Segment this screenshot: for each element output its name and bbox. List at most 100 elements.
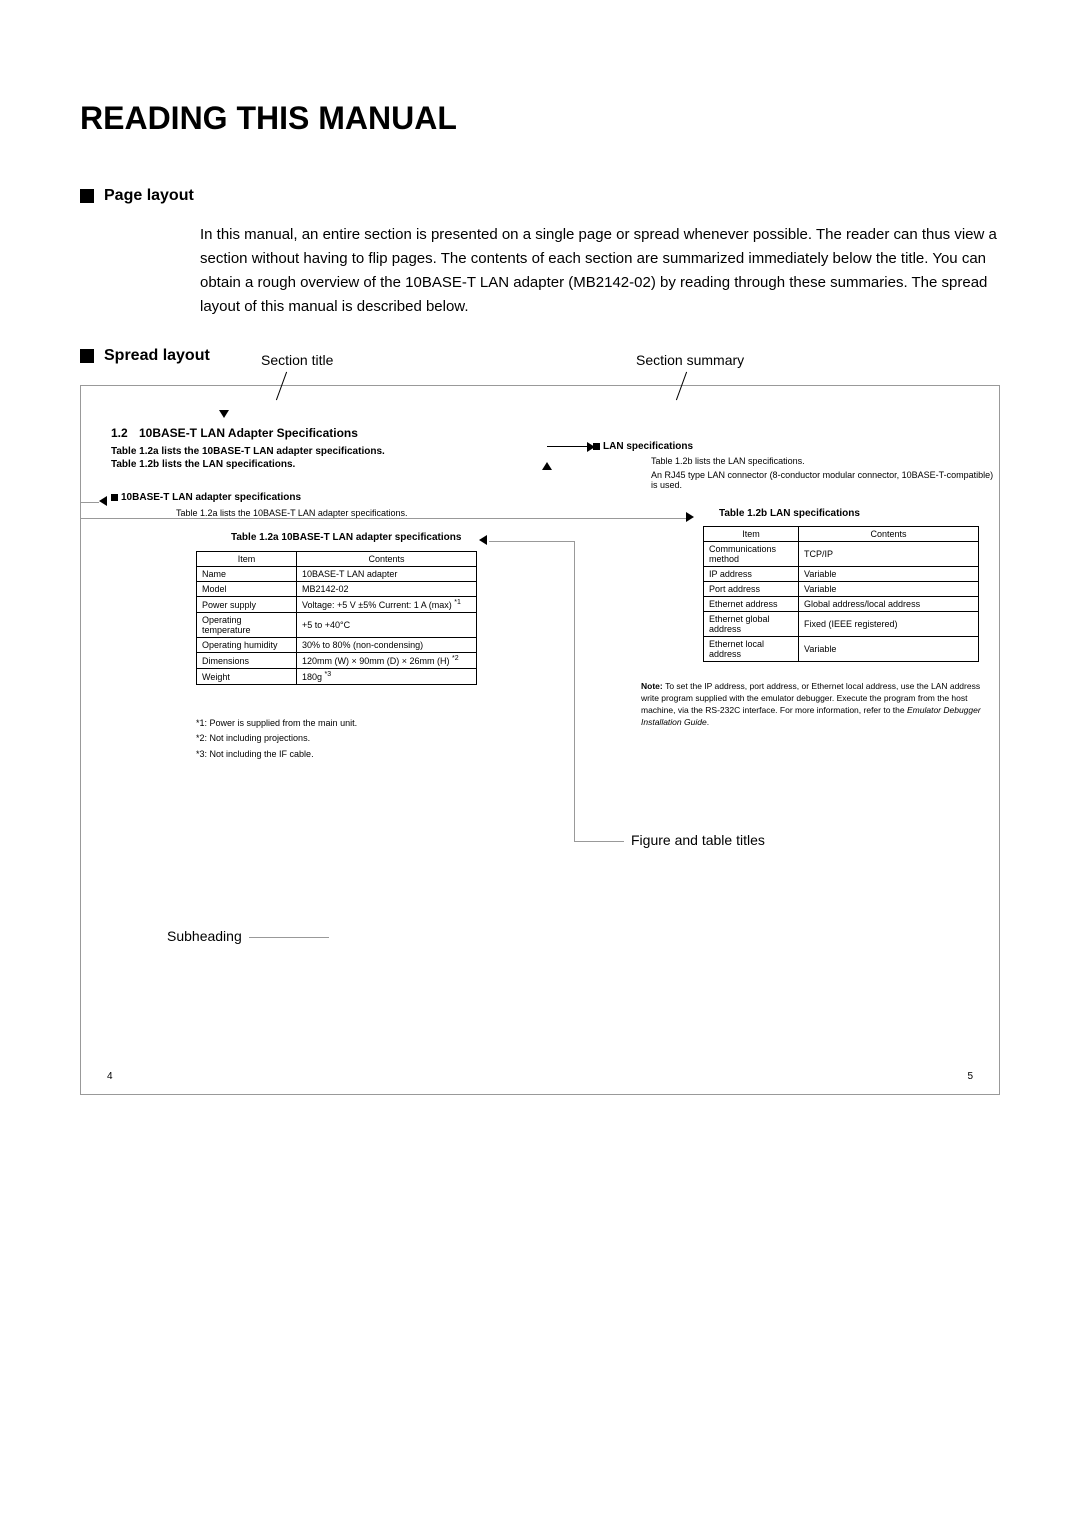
table2: Item Contents Communications methodTCP/I… xyxy=(703,526,979,662)
table2-wrapper: Item Contents Communications methodTCP/I… xyxy=(703,526,979,662)
table-header: Item xyxy=(197,552,297,567)
table-cell: Dimensions xyxy=(197,653,297,669)
table-row: Communications methodTCP/IP xyxy=(704,542,979,567)
table-cell: Global address/local address xyxy=(799,597,979,612)
label-figure-table-titles: Figure and table titles xyxy=(631,832,765,848)
bullet-square-icon xyxy=(80,349,94,363)
diagram-container: Section title Section summary Figure and… xyxy=(80,385,1000,1095)
page-number-right: 5 xyxy=(967,1071,973,1082)
callout-line xyxy=(489,541,574,542)
doc-summary-line1: Table 1.2a lists the 10BASE-T LAN adapte… xyxy=(111,446,385,457)
table-cell: MB2142-02 xyxy=(297,582,477,597)
table-cell: Variable xyxy=(799,582,979,597)
bullet-square-small-icon xyxy=(111,494,118,501)
spread-layout-title: Spread layout xyxy=(104,347,210,365)
note-text: Note: To set the IP address, port addres… xyxy=(641,681,981,729)
callout-line xyxy=(676,372,687,401)
superscript: *1 xyxy=(454,599,461,606)
table-cell: +5 to +40°C xyxy=(297,613,477,638)
bullet-square-icon xyxy=(80,189,94,203)
lan-spec-label: LAN specifications xyxy=(603,441,693,452)
label-section-summary: Section summary xyxy=(636,352,744,368)
table-row: Item Contents xyxy=(197,552,477,567)
table-row: Ethernet local addressVariable xyxy=(704,637,979,662)
cell-text: 120mm (W) × 90mm (D) × 26mm (H) xyxy=(302,656,452,666)
doc-sub1-text: Table 1.2a lists the 10BASE-T LAN adapte… xyxy=(176,508,407,518)
table-cell: Fixed (IEEE registered) xyxy=(799,612,979,637)
callout-line xyxy=(81,518,686,519)
cell-text: Voltage: +5 V ±5% Current: 1 A (max) xyxy=(302,600,454,610)
table-row: Name10BASE-T LAN adapter xyxy=(197,567,477,582)
superscript: *2 xyxy=(452,655,459,662)
table-row: Operating humidity30% to 80% (non-conden… xyxy=(197,638,477,653)
sub1-label: 10BASE-T LAN adapter specifications xyxy=(121,492,301,503)
body-paragraph: In this manual, an entire section is pre… xyxy=(200,223,1000,319)
table-row: Dimensions120mm (W) × 90mm (D) × 26mm (H… xyxy=(197,653,477,669)
table-cell: Ethernet address xyxy=(704,597,799,612)
table-row: Port addressVariable xyxy=(704,582,979,597)
table-cell: Communications method xyxy=(704,542,799,567)
table-cell: 10BASE-T LAN adapter xyxy=(297,567,477,582)
doc-lan-text2: An RJ45 type LAN connector (8-conductor … xyxy=(651,470,999,490)
table-row: Power supplyVoltage: +5 V ±5% Current: 1… xyxy=(197,597,477,613)
table-cell: Operating humidity xyxy=(197,638,297,653)
table-cell: 120mm (W) × 90mm (D) × 26mm (H) *2 xyxy=(297,653,477,669)
table-header: Contents xyxy=(297,552,477,567)
note-end: . xyxy=(707,717,709,727)
doc-subheading-1: 10BASE-T LAN adapter specifications xyxy=(111,492,301,503)
table-cell: Model xyxy=(197,582,297,597)
note-label: Note: xyxy=(641,681,665,691)
page-layout-header: Page layout xyxy=(80,187,1000,205)
main-title: READING THIS MANUAL xyxy=(80,100,1000,137)
doc-section-number: 1.2 xyxy=(111,426,128,440)
table-row: Item Contents xyxy=(704,527,979,542)
doc-lan-text1: Table 1.2b lists the LAN specifications. xyxy=(651,456,805,466)
table1-title: Table 1.2a 10BASE-T LAN adapter specific… xyxy=(231,532,461,543)
table1-wrapper: Item Contents Name10BASE-T LAN adapter M… xyxy=(196,551,477,685)
table2-title: Table 1.2b LAN specifications xyxy=(719,508,860,519)
table-row: IP addressVariable xyxy=(704,567,979,582)
footnote-1: *1: Power is supplied from the main unit… xyxy=(196,716,357,731)
table-header: Item xyxy=(704,527,799,542)
label-subheading-callout: Subheading xyxy=(167,928,242,944)
table-cell: Ethernet local address xyxy=(704,637,799,662)
table-row: Operating temperature+5 to +40°C xyxy=(197,613,477,638)
arrow-right-icon xyxy=(547,446,587,447)
table-cell: Voltage: +5 V ±5% Current: 1 A (max) *1 xyxy=(297,597,477,613)
table-row: Ethernet global addressFixed (IEEE regis… xyxy=(704,612,979,637)
footnote-3: *3: Not including the IF cable. xyxy=(196,747,357,762)
callout-line xyxy=(574,541,575,841)
table-cell: Port address xyxy=(704,582,799,597)
table-cell: 30% to 80% (non-condensing) xyxy=(297,638,477,653)
bullet-square-small-icon xyxy=(593,443,600,450)
callout-line xyxy=(81,502,99,503)
table-header: Contents xyxy=(799,527,979,542)
table-cell: TCP/IP xyxy=(799,542,979,567)
table-cell: Operating temperature xyxy=(197,613,297,638)
superscript: *3 xyxy=(325,671,332,678)
table-cell: Variable xyxy=(799,567,979,582)
table-cell: Weight xyxy=(197,669,297,685)
table1: Item Contents Name10BASE-T LAN adapter M… xyxy=(196,551,477,685)
table-row: Ethernet addressGlobal address/local add… xyxy=(704,597,979,612)
table-cell: Variable xyxy=(799,637,979,662)
footnotes: *1: Power is supplied from the main unit… xyxy=(196,716,357,762)
callout-line xyxy=(574,841,624,842)
table-row: Weight 180g *3 xyxy=(197,669,477,685)
label-section-title: Section title xyxy=(261,352,333,368)
footnote-2: *2: Not including projections. xyxy=(196,731,357,746)
doc-summary-line2: Table 1.2b lists the LAN specifications. xyxy=(111,459,295,470)
table-cell: Name xyxy=(197,567,297,582)
table-cell: Ethernet global address xyxy=(704,612,799,637)
doc-lan-spec-heading: LAN specifications xyxy=(593,441,693,452)
callout-line xyxy=(276,372,287,401)
page-number-left: 4 xyxy=(107,1071,113,1082)
callout-line xyxy=(249,937,329,938)
cell-text: 180g xyxy=(302,672,325,682)
spread-layout-header: Spread layout xyxy=(80,347,1000,365)
table-row: ModelMB2142-02 xyxy=(197,582,477,597)
page-layout-title: Page layout xyxy=(104,187,194,205)
table-cell: Power supply xyxy=(197,597,297,613)
table-cell: IP address xyxy=(704,567,799,582)
doc-section-title: 10BASE-T LAN Adapter Specifications xyxy=(139,426,358,440)
